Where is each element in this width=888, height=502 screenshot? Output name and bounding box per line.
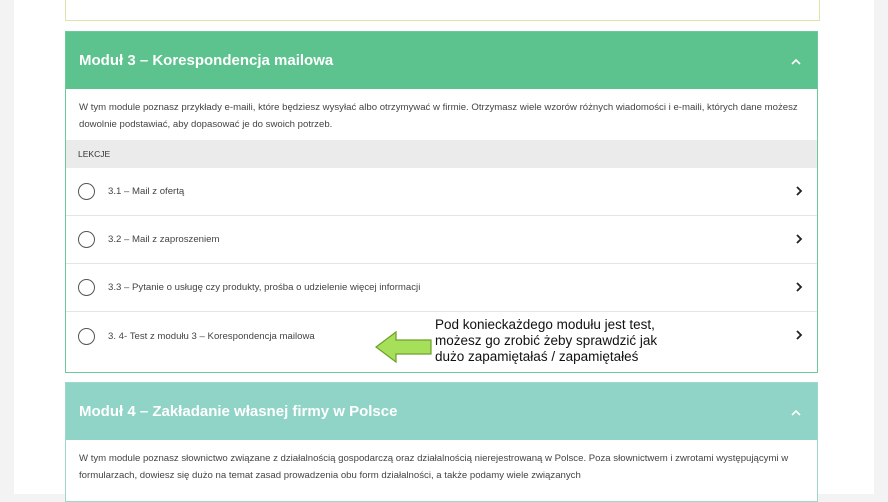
lesson-label: 3.1 – Mail z ofertą (108, 186, 185, 197)
lesson-label: 3.2 – Mail z zaproszeniem (108, 234, 220, 245)
lesson-item[interactable]: 3.1 – Mail z ofertą (66, 168, 817, 216)
lesson-item[interactable]: 3.2 – Mail z zaproszeniem (66, 216, 817, 264)
chevron-up-icon[interactable] (791, 404, 801, 419)
chevron-right-icon[interactable] (796, 185, 803, 199)
module-description: W tym module poznasz słownictwo związane… (79, 453, 789, 481)
circle-icon (78, 327, 95, 345)
chevron-right-icon[interactable] (796, 281, 803, 295)
circle-icon (78, 279, 95, 296)
chevron-right-icon[interactable] (796, 329, 803, 343)
previous-module-card (65, 0, 820, 21)
annotation-line: dużo zapamiętałaś / zapamiętałeś (435, 349, 639, 364)
module-title: Moduł 3 – Korespondencja mailowa (79, 52, 334, 69)
chevron-up-icon[interactable] (791, 53, 801, 68)
annotation-line: możesz go zrobić żeby sprawdzić jak (435, 333, 658, 348)
lessons-header: LEKCJE (66, 140, 817, 168)
module-title: Moduł 4 – Zakładanie własnej firmy w Pol… (79, 403, 398, 420)
circle-icon (78, 231, 95, 248)
module-header[interactable]: Moduł 3 – Korespondencja mailowa (66, 32, 817, 89)
arrow-left-icon (375, 330, 432, 364)
page: Moduł 3 – Korespondencja mailowa W tym m… (14, 0, 874, 502)
annotation-text: Pod konieckażdego modułu jest test, może… (435, 317, 735, 365)
lesson-label: 3.3 – Pytanie o usługę czy produkty, pro… (108, 282, 421, 293)
circle-icon (78, 183, 95, 200)
module-description: W tym module poznasz przykłady e-maili, … (79, 102, 798, 130)
module-card-4: Moduł 4 – Zakładanie własnej firmy w Pol… (65, 382, 818, 502)
annotation-line: Pod konieckażdego modułu jest test, (435, 317, 655, 332)
lesson-label: 3. 4- Test z modułu 3 – Korespondencja m… (108, 330, 315, 342)
lesson-item[interactable]: 3.3 – Pytanie o usługę czy produkty, pro… (66, 264, 817, 312)
module-header[interactable]: Moduł 4 – Zakładanie własnej firmy w Pol… (66, 383, 817, 440)
chevron-right-icon[interactable] (796, 233, 803, 247)
